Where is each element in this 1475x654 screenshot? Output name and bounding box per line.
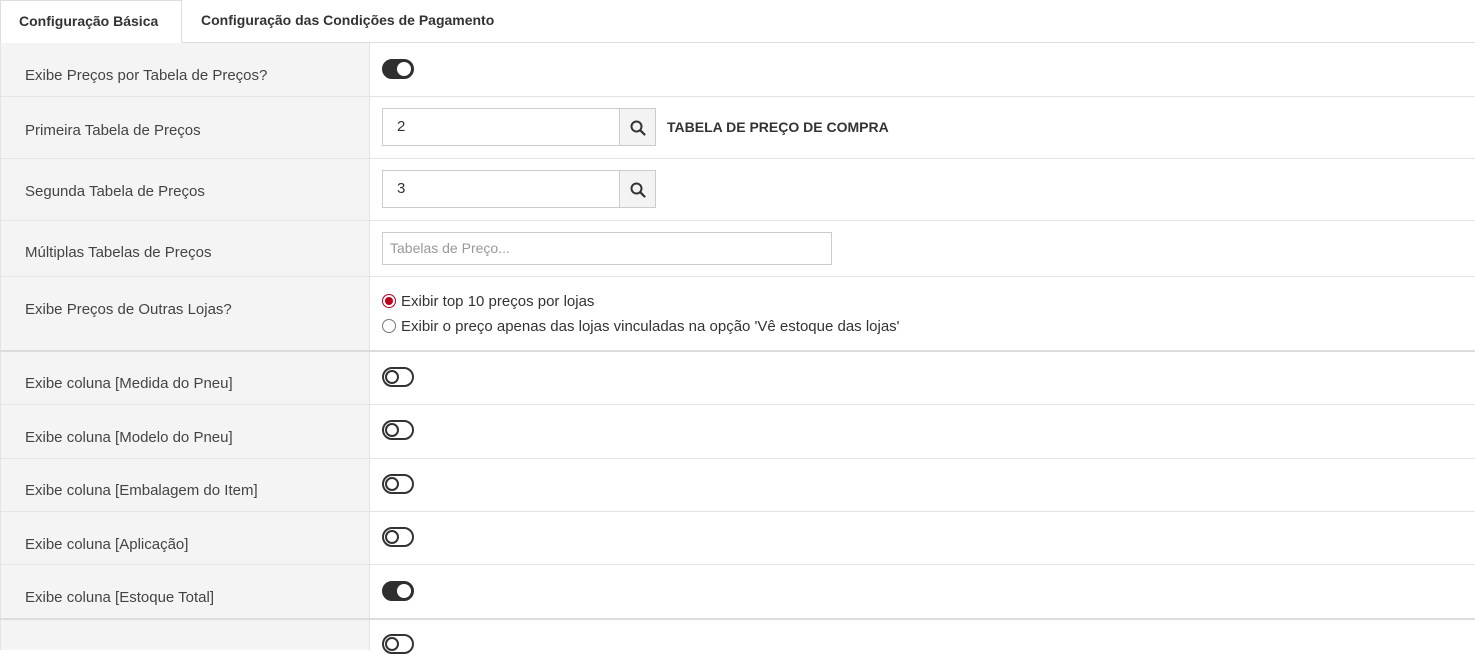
row-primeira-tabela: Primeira Tabela de Preços 2 TABELA DE PR… (0, 97, 1475, 159)
row-coluna-embalagem: Exibe coluna [Embalagem do Item] (0, 459, 1475, 512)
row-coluna-modelo: Exibe coluna [Modelo do Pneu] (0, 405, 1475, 459)
field-label: Múltiplas Tabelas de Preços (25, 244, 212, 261)
tab-bar: Configuração Básica Configuração das Con… (0, 0, 1475, 43)
field-label: Exibe coluna [Aplicação] (25, 536, 189, 553)
label-cell: Múltiplas Tabelas de Preços (0, 221, 370, 276)
coluna-modelo-toggle[interactable] (382, 420, 414, 440)
field-label: Segunda Tabela de Preços (25, 183, 205, 200)
tab-configuracao-basica[interactable]: Configuração Básica (0, 0, 182, 43)
label-cell: Exibe Preços de Outras Lojas? (0, 277, 370, 350)
segunda-tabela-input-group: 3 (382, 170, 656, 208)
toggle-knob (397, 584, 411, 598)
label-cell: Exibe coluna [Modelo do Pneu] (0, 405, 370, 458)
segunda-tabela-input[interactable]: 3 (382, 170, 619, 208)
exibe-precos-tabela-toggle[interactable] (382, 59, 414, 79)
label-cell: Exibe coluna [Aplicação] (0, 512, 370, 564)
label-cell: Exibe Preços por Tabela de Preços? (0, 43, 370, 96)
radio-label: Exibir top 10 preços por lojas (401, 293, 595, 310)
coluna-medida-toggle[interactable] (382, 367, 414, 387)
multiplas-tabelas-input[interactable]: Tabelas de Preço... (382, 232, 832, 265)
toggle-knob (385, 370, 399, 384)
field-label: Exibe coluna [Medida do Pneu] (25, 375, 233, 392)
row-multiplas-tabelas: Múltiplas Tabelas de Preços Tabelas de P… (0, 221, 1475, 277)
radio-label: Exibir o preço apenas das lojas vinculad… (401, 318, 900, 335)
toggle-knob (385, 530, 399, 544)
partial-toggle[interactable] (382, 634, 414, 654)
radio-button[interactable] (382, 319, 396, 333)
primeira-tabela-description: TABELA DE PREÇO DE COMPRA (667, 119, 889, 135)
radio-button[interactable] (382, 294, 396, 308)
label-cell (0, 620, 370, 650)
tab-configuracao-condicoes-pagamento[interactable]: Configuração das Condições de Pagamento (183, 0, 523, 43)
label-cell: Exibe coluna [Estoque Total] (0, 565, 370, 618)
field-label: Primeira Tabela de Preços (25, 122, 201, 139)
row-coluna-aplicacao: Exibe coluna [Aplicação] (0, 512, 1475, 565)
primeira-tabela-input[interactable]: 2 (382, 108, 619, 146)
coluna-aplicacao-toggle[interactable] (382, 527, 414, 547)
label-cell: Exibe coluna [Embalagem do Item] (0, 459, 370, 511)
field-label: Exibe Preços por Tabela de Preços? (25, 67, 268, 84)
segunda-tabela-search-button[interactable] (619, 170, 656, 208)
toggle-knob (397, 62, 411, 76)
toggle-knob (385, 637, 399, 651)
search-icon (630, 182, 646, 198)
primeira-tabela-search-button[interactable] (619, 108, 656, 146)
row-exibe-precos-tabela: Exibe Preços por Tabela de Preços? (0, 43, 1475, 97)
row-segunda-tabela: Segunda Tabela de Preços 3 (0, 159, 1475, 221)
field-label: Exibe coluna [Embalagem do Item] (25, 482, 258, 499)
row-partial (0, 620, 1475, 654)
primeira-tabela-input-group: 2 (382, 108, 656, 146)
field-label: Exibe Preços de Outras Lojas? (25, 301, 232, 318)
label-cell: Segunda Tabela de Preços (0, 159, 370, 220)
coluna-embalagem-toggle[interactable] (382, 474, 414, 494)
field-label: Exibe coluna [Estoque Total] (25, 589, 215, 606)
search-icon (630, 120, 646, 136)
coluna-estoque-toggle[interactable] (382, 581, 414, 601)
row-coluna-estoque: Exibe coluna [Estoque Total] (0, 565, 1475, 620)
field-label: Exibe coluna [Modelo do Pneu] (25, 429, 233, 446)
row-coluna-medida: Exibe coluna [Medida do Pneu] (0, 352, 1475, 405)
label-cell: Primeira Tabela de Preços (0, 97, 370, 158)
toggle-knob (385, 423, 399, 437)
row-outras-lojas: Exibe Preços de Outras Lojas? Exibir top… (0, 277, 1475, 352)
toggle-knob (385, 477, 399, 491)
label-cell: Exibe coluna [Medida do Pneu] (0, 352, 370, 404)
